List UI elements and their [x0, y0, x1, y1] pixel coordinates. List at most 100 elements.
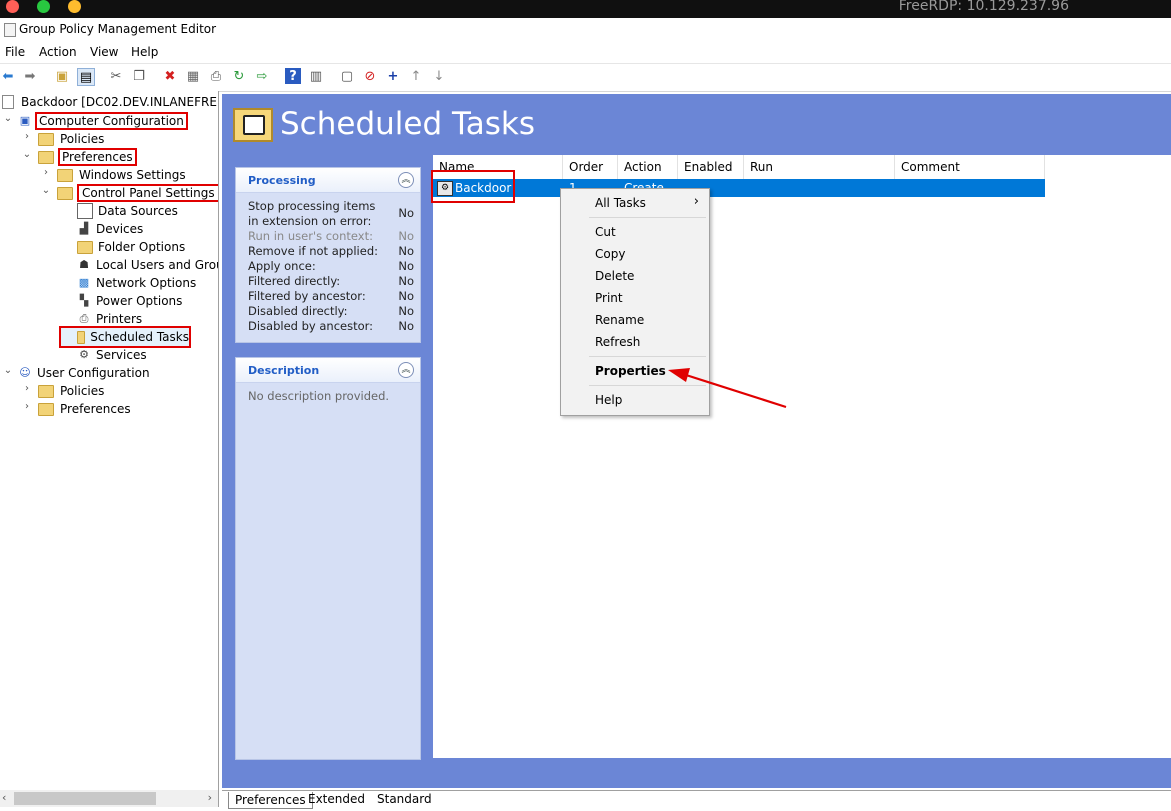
tree-item-local-users-and-groups[interactable]: ☗ Local Users and Group — [77, 256, 219, 274]
copy-icon[interactable]: ❐ — [131, 68, 147, 84]
cut-icon[interactable]: ✂ — [108, 68, 124, 84]
move-down-icon[interactable]: ↓ — [431, 68, 447, 84]
export-list-icon[interactable]: ⇨ — [254, 68, 270, 84]
tree-item-label: Printers — [96, 312, 143, 326]
tree-item-printers[interactable]: ⎙ Printers — [77, 310, 143, 328]
tree-item-folder-options[interactable]: Folder Options — [77, 238, 185, 256]
console-view-icon[interactable]: ▥ — [308, 68, 324, 84]
chevron-right-icon[interactable]: › — [41, 167, 51, 178]
menu-view[interactable]: View — [90, 45, 118, 59]
column-header-enabled[interactable]: Enabled — [678, 155, 744, 179]
tree-root-label: Backdoor [DC02.DEV.INLANEFREIGHT — [21, 95, 219, 109]
column-header-run[interactable]: Run — [744, 155, 895, 179]
chevron-down-icon[interactable]: ⌄ — [22, 149, 32, 160]
scroll-right-icon[interactable]: › — [208, 791, 212, 804]
tree-root-gpo[interactable]: Backdoor [DC02.DEV.INLANEFREIGHT — [2, 93, 219, 111]
processing-row-value: No — [398, 244, 414, 258]
scrollbar-thumb[interactable] — [14, 792, 156, 805]
folder-icon — [38, 402, 54, 416]
menu-item-properties[interactable]: Properties — [595, 364, 666, 378]
tree-control-panel-settings-label: Control Panel Settings — [77, 184, 218, 202]
maximize-window-dot[interactable] — [37, 0, 50, 13]
tree-item-services[interactable]: ⚙ Services — [77, 346, 147, 364]
scroll-left-icon[interactable]: ‹ — [2, 791, 6, 804]
menu-item-rename[interactable]: Rename — [595, 313, 644, 327]
menu-item-delete[interactable]: Delete — [595, 269, 634, 283]
toolbar: ⬅ ➡ ▣ ▤ ✂ ❐ ✖ ▦ ⎙ ↻ ⇨ ? ▥ ▢ ⊘ + ↑ ↓ — [0, 63, 1171, 92]
column-header-action[interactable]: Action — [618, 155, 678, 179]
clock-icon — [243, 115, 265, 135]
tree-computer-configuration[interactable]: ▣ Computer Configuration — [18, 112, 188, 130]
tree-item-network-options[interactable]: ▩ Network Options — [77, 274, 196, 292]
tree-user-configuration[interactable]: ☺ User Configuration — [18, 364, 149, 382]
menu-item-refresh[interactable]: Refresh — [595, 335, 640, 349]
tree-policies-label: Policies — [60, 132, 105, 146]
description-panel-header: Description ︽ — [236, 358, 420, 383]
tree-item-label: Network Options — [96, 276, 197, 290]
chevron-right-icon[interactable]: › — [22, 131, 32, 142]
chevron-right-icon[interactable]: › — [22, 383, 32, 394]
help-icon[interactable]: ? — [285, 68, 301, 84]
back-arrow-icon[interactable]: ⬅ — [0, 68, 16, 84]
folder-icon — [57, 168, 73, 182]
menu-item-cut[interactable]: Cut — [595, 225, 616, 239]
disable-icon[interactable]: ⊘ — [362, 68, 378, 84]
tree-control-panel-settings[interactable]: Control Panel Settings — [57, 184, 218, 202]
tree-preferences[interactable]: Preferences — [38, 148, 137, 166]
tree-user-policies[interactable]: Policies — [38, 382, 104, 400]
tree-item-label: Data Sources — [98, 204, 178, 218]
tree-windows-settings[interactable]: Windows Settings — [57, 166, 186, 184]
window-titlebar: Group Policy Management Editor — [0, 18, 1171, 42]
chevron-down-icon[interactable]: ⌄ — [41, 185, 51, 196]
menu-item-copy[interactable]: Copy — [595, 247, 625, 261]
tab-extended[interactable]: Extended — [308, 792, 365, 806]
column-header-comment[interactable]: Comment — [895, 155, 1045, 179]
devices-icon: ▟ — [79, 222, 89, 235]
tree-item-data-sources[interactable]: Data Sources — [77, 202, 178, 220]
menu-item-print[interactable]: Print — [595, 291, 623, 305]
collapse-icon[interactable]: ︽ — [398, 362, 414, 378]
tree-horizontal-scrollbar[interactable]: ‹ › — [0, 790, 219, 807]
minimize-window-dot[interactable] — [68, 0, 81, 13]
show-hide-tree-icon[interactable]: ▤ — [77, 68, 95, 86]
refresh-icon[interactable]: ↻ — [231, 68, 247, 84]
print-icon[interactable]: ⎙ — [208, 68, 224, 84]
forward-arrow-icon[interactable]: ➡ — [22, 68, 38, 84]
menu-action[interactable]: Action — [39, 45, 77, 59]
tab-standard[interactable]: Standard — [377, 792, 432, 806]
tree-policies[interactable]: Policies — [38, 130, 104, 148]
menu-file[interactable]: File — [5, 45, 25, 59]
menubar: File Action View Help — [0, 42, 1171, 63]
description-title: Description — [248, 364, 320, 377]
tree-item-label: Scheduled Tasks — [90, 330, 189, 344]
move-up-icon[interactable]: ↑ — [408, 68, 424, 84]
tree-item-scheduled-tasks[interactable]: Scheduled Tasks — [59, 326, 191, 348]
delete-icon[interactable]: ✖ — [162, 68, 178, 84]
chevron-down-icon[interactable]: ⌄ — [3, 365, 13, 376]
tree-item-devices[interactable]: ▟ Devices — [77, 220, 144, 238]
processing-row-label: Filtered directly: — [248, 274, 341, 288]
tree-item-label: Devices — [96, 222, 144, 236]
column-header-order[interactable]: Order — [563, 155, 618, 179]
tree-item-label: Local Users and Group — [96, 258, 219, 272]
menu-item-help[interactable]: Help — [595, 393, 622, 407]
folder-options-icon — [77, 240, 93, 254]
processing-panel: Processing ︽ Stop processing items in ex… — [235, 167, 421, 343]
power-icon: ▚ — [79, 294, 89, 307]
tree-item-power-options[interactable]: ▚ Power Options — [77, 292, 183, 310]
menu-help[interactable]: Help — [131, 45, 158, 59]
menu-item-all-tasks[interactable]: All Tasks — [595, 196, 646, 210]
users-icon: ☗ — [79, 258, 89, 271]
collapse-icon[interactable]: ︽ — [398, 172, 414, 188]
items-list: Name Order Action Enabled Run Comment — [433, 155, 1171, 758]
chevron-right-icon[interactable]: › — [22, 401, 32, 412]
tab-preferences[interactable]: Preferences — [228, 792, 313, 809]
new-item-icon[interactable]: ▢ — [339, 68, 355, 84]
properties-icon[interactable]: ▦ — [185, 68, 201, 84]
up-folder-icon[interactable]: ▣ — [54, 68, 70, 84]
tree-user-preferences[interactable]: Preferences — [38, 400, 131, 418]
close-window-dot[interactable] — [6, 0, 19, 13]
table-row[interactable]: ⚙ Backdoor 1 Create — [433, 179, 1045, 197]
add-icon[interactable]: + — [385, 68, 401, 84]
chevron-down-icon[interactable]: ⌄ — [3, 113, 13, 124]
